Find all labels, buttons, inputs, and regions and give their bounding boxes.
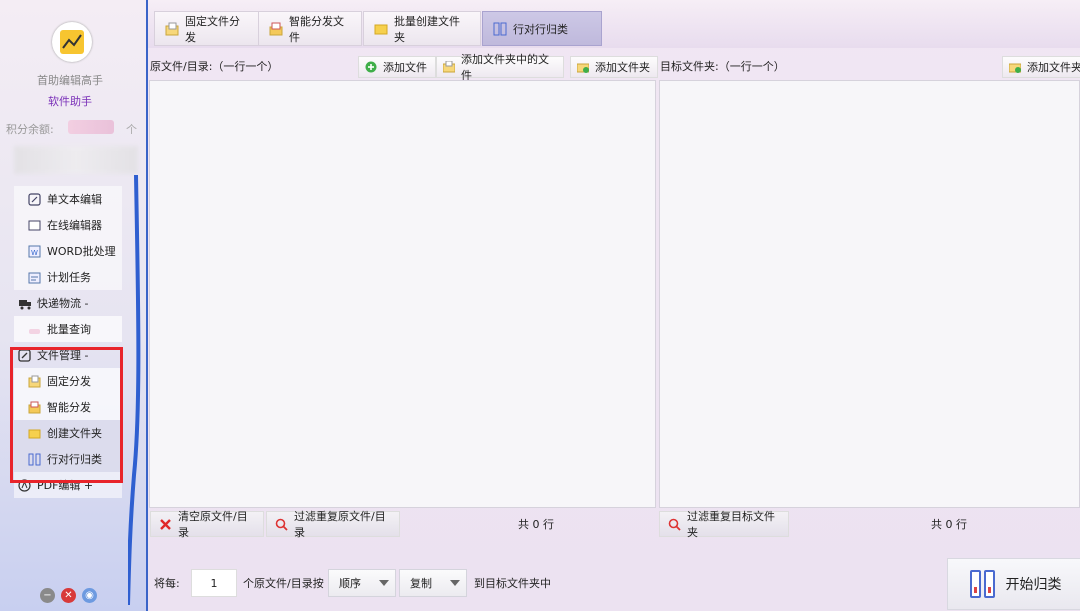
quantity-input[interactable]: 1 [191, 569, 237, 597]
sidebar: 首助编辑高手 软件助手 积分余额: 个 单文本编辑 在线编辑器 W WORD批处… [0, 0, 148, 611]
columns-icon [493, 22, 507, 36]
order-select-value: 顺序 [339, 577, 361, 590]
folder-doc-icon [165, 22, 179, 36]
sidebar-item-single-text-edit[interactable]: 单文本编辑 [14, 186, 122, 212]
sidebar-accent-line [128, 175, 141, 605]
target-header: 目标文件夹:（一行一个） [660, 60, 785, 73]
target-count: 共 0 行 [931, 518, 967, 531]
add-folder-files-button[interactable]: 添加文件夹中的文件 [436, 53, 564, 82]
target-add-folder-button[interactable]: 添加文件夹 [1002, 56, 1080, 78]
folder-add-icon [1008, 61, 1022, 73]
sidebar-item-label: WORD批处理 [47, 245, 116, 258]
rule-middle: 个原文件/目录按 [243, 577, 324, 590]
sidebar-item-batch-query[interactable]: 批量查询 [14, 316, 122, 342]
sidebar-item-label: 单文本编辑 [47, 193, 102, 206]
start-classify-label: 开始归类 [1005, 577, 1062, 593]
target-list-textarea[interactable] [659, 80, 1080, 508]
mode-select-value: 复制 [410, 577, 432, 590]
add-file-label: 添加文件 [383, 61, 427, 74]
filter-source-button[interactable]: 过滤重复原文件/目录 [266, 510, 400, 539]
tab-label: 批量创建文件夹 [394, 14, 460, 44]
plus-circle-icon [365, 61, 377, 73]
order-select[interactable]: 顺序 [328, 569, 396, 597]
search-icon [275, 518, 288, 531]
sidebar-item-word-batch[interactable]: W WORD批处理 [14, 238, 122, 264]
close-button[interactable]: ✕ [61, 588, 76, 603]
highlight-box [10, 347, 123, 483]
chevron-down-icon [379, 580, 389, 586]
edit-icon [28, 192, 41, 206]
folder-add-icon [576, 61, 590, 73]
close-icon [159, 518, 172, 531]
query-icon [28, 323, 41, 336]
clear-source-label: 清空原文件/目录 [178, 510, 248, 539]
sidebar-group-express[interactable]: 快递物流 - [14, 290, 122, 316]
source-list-textarea[interactable] [149, 80, 656, 508]
book-icon [28, 219, 41, 232]
credit-label: 积分余额: [6, 123, 54, 136]
add-folder-files-label: 添加文件夹中的文件 [461, 53, 549, 82]
app-name: 首助编辑高手 [37, 74, 103, 87]
truck-icon [18, 297, 31, 310]
tab-label: 固定文件分发 [185, 14, 240, 44]
source-count: 共 0 行 [518, 518, 554, 531]
filter-target-label: 过滤重复目标文件夹 [687, 510, 775, 539]
search-icon [668, 518, 681, 531]
start-classify-button[interactable]: 开始归类 [947, 558, 1080, 610]
source-header: 原文件/目录:（一行一个） [150, 60, 279, 73]
tab-label: 智能分发文件 [289, 14, 344, 44]
sidebar-group-label: 快递物流 - [37, 297, 89, 310]
credit-value-redacted [68, 120, 114, 134]
tab-smart-distribute[interactable]: 智能分发文件 [258, 11, 362, 46]
sidebar-item-label: 计划任务 [47, 271, 91, 284]
main-area: 固定文件分发 智能分发文件 批量创建文件夹 行对行归类 原文件/目录:（一行一个… [148, 0, 1080, 611]
rule-suffix: 到目标文件夹中 [474, 577, 551, 590]
clear-source-button[interactable]: 清空原文件/目录 [150, 510, 264, 539]
add-folder-button[interactable]: 添加文件夹 [570, 56, 658, 78]
settings-button[interactable]: ◉ [82, 588, 97, 603]
filter-source-label: 过滤重复原文件/目录 [294, 510, 386, 539]
sidebar-item-online-editor[interactable]: 在线编辑器 [14, 212, 122, 238]
account-info-redacted [14, 146, 138, 174]
tab-batch-create-folder[interactable]: 批量创建文件夹 [363, 11, 481, 46]
window-controls: − ✕ ◉ [40, 588, 97, 603]
sidebar-item-label: 批量查询 [47, 323, 91, 336]
calendar-icon [28, 271, 41, 284]
minimize-button[interactable]: − [40, 588, 55, 603]
add-folder-label: 添加文件夹 [595, 61, 650, 74]
columns-icon [968, 569, 998, 599]
sidebar-item-label: 在线编辑器 [47, 219, 102, 232]
word-icon: W [28, 245, 41, 258]
add-file-button[interactable]: 添加文件 [358, 56, 436, 78]
credit-unit: 个 [126, 123, 137, 136]
sidebar-item-scheduled-tasks[interactable]: 计划任务 [14, 264, 122, 290]
mode-select[interactable]: 复制 [399, 569, 467, 597]
svg-text:W: W [31, 249, 38, 257]
tab-label: 行对行归类 [513, 22, 568, 36]
folder-smart-icon [269, 22, 283, 36]
target-add-folder-label: 添加文件夹 [1027, 61, 1080, 74]
top-toolbar: 固定文件分发 智能分发文件 批量创建文件夹 行对行归类 [148, 0, 1080, 48]
folder-doc-icon [442, 60, 456, 73]
app-subtitle: 软件助手 [48, 95, 92, 108]
tab-fixed-distribute[interactable]: 固定文件分发 [154, 11, 260, 46]
rule-prefix: 将每: [154, 577, 180, 590]
app-logo-icon [52, 22, 92, 62]
folder-icon [374, 22, 388, 36]
chevron-down-icon [450, 580, 460, 586]
tab-line-classify[interactable]: 行对行归类 [482, 11, 602, 46]
filter-target-button[interactable]: 过滤重复目标文件夹 [659, 510, 789, 539]
